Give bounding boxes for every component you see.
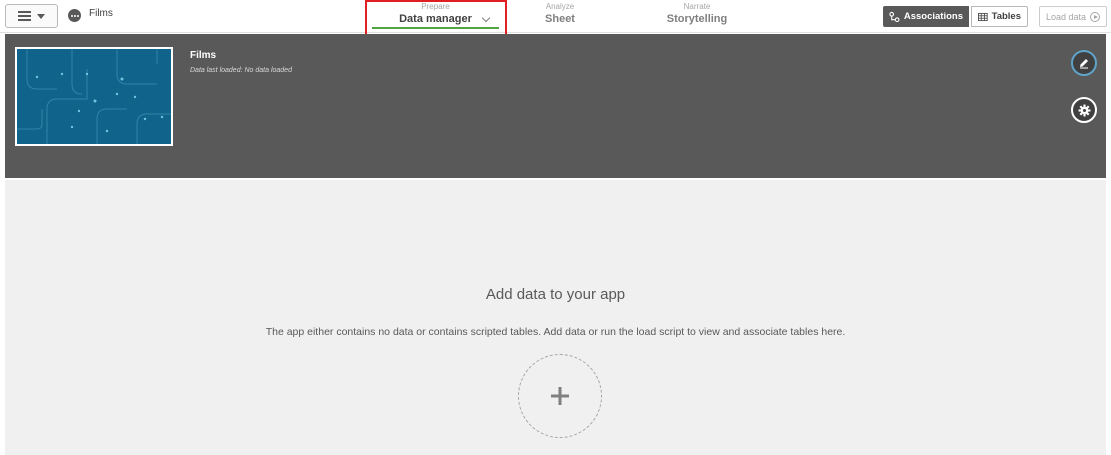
load-data-button[interactable]: Load data [1039, 6, 1107, 27]
tab-analyze-caption: Analyze [545, 2, 575, 11]
associations-label: Associations [903, 11, 963, 22]
app-banner: Films Data last loaded: No data loaded [5, 34, 1106, 178]
load-data-label: Load data [1045, 11, 1087, 22]
tables-label: Tables [991, 11, 1021, 22]
associations-button[interactable]: Associations [883, 6, 969, 27]
app-title: Films [89, 8, 113, 19]
tab-analyze[interactable]: Analyze Sheet [530, 2, 590, 32]
active-tab-underline [372, 27, 499, 29]
table-icon [978, 12, 988, 21]
tab-narrate[interactable]: Narrate Storytelling [647, 2, 747, 32]
tab-narrate-caption: Narrate [683, 2, 711, 11]
app-icon [68, 9, 81, 22]
tab-prepare-caption: Prepare [421, 2, 450, 11]
global-menu-button[interactable] [5, 4, 58, 28]
tab-narrate-label: Storytelling [666, 13, 728, 25]
circuit-pattern-icon [17, 49, 171, 144]
empty-state-description: The app either contains no data or conta… [265, 326, 846, 338]
play-icon [1090, 11, 1101, 22]
tab-analyze-label: Sheet [545, 13, 575, 25]
app-thumbnail[interactable] [15, 47, 173, 146]
edit-app-button[interactable] [1071, 50, 1097, 76]
app-settings-button[interactable] [1071, 97, 1097, 123]
associations-icon [889, 11, 900, 22]
hamburger-icon [18, 11, 31, 21]
tab-prepare[interactable]: Prepare Data manager [372, 2, 499, 32]
pencil-icon [1080, 59, 1088, 69]
empty-state-title: Add data to your app [485, 286, 626, 303]
plus-icon [551, 387, 569, 405]
tables-button[interactable]: Tables [971, 6, 1028, 27]
gear-icon [1078, 104, 1090, 116]
banner-app-title: Films [190, 50, 217, 61]
last-loaded-text: Data last loaded: No data loaded [190, 67, 292, 74]
caret-down-icon [37, 13, 45, 19]
data-manager-empty-state: Add data to your app The app either cont… [5, 180, 1106, 455]
top-toolbar: Films Prepare Data manager Analyze Sheet… [0, 0, 1111, 42]
tab-prepare-label: Data manager [399, 13, 472, 25]
add-data-button[interactable] [518, 354, 602, 438]
